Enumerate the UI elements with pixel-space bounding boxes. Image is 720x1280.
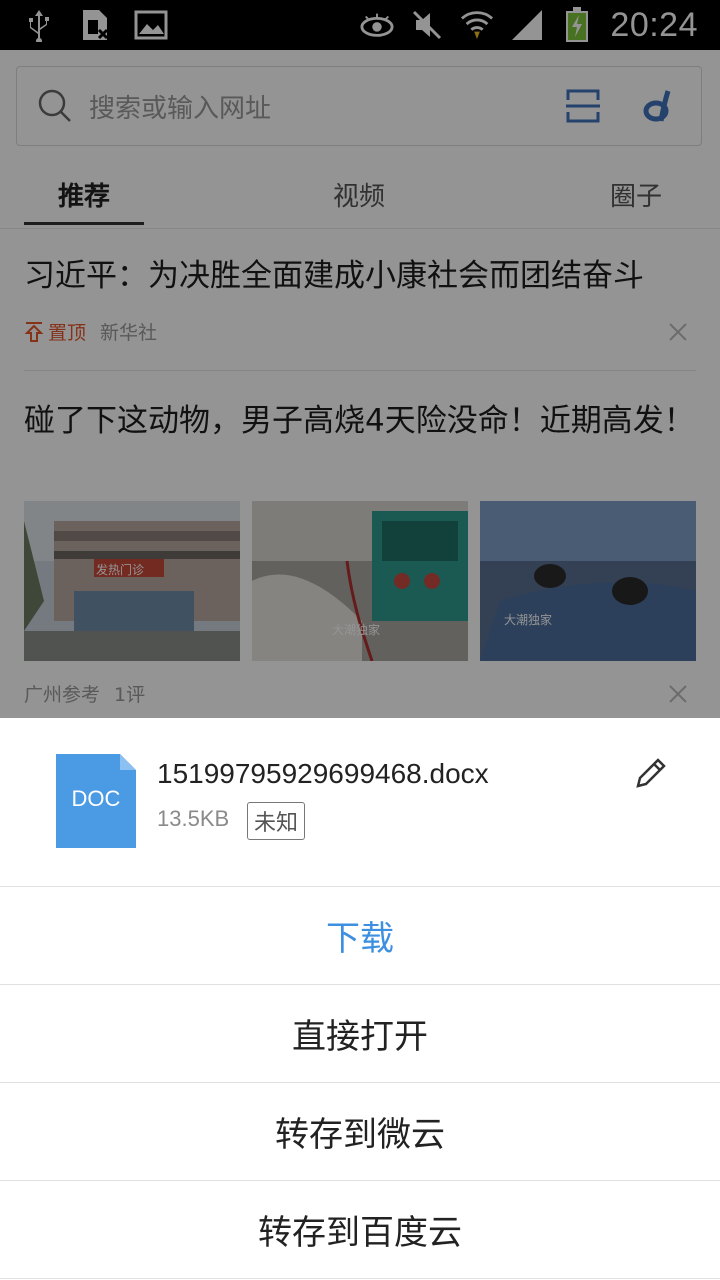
download-sheet: DOC 15199795929699468.docx 13.5KB 未知 下载 … <box>0 718 720 1280</box>
save-to-weiyun-button[interactable]: 转存到微云 <box>0 1083 720 1181</box>
edit-pencil-icon[interactable] <box>634 756 668 790</box>
download-button[interactable]: 下载 <box>0 887 720 985</box>
open-directly-button[interactable]: 直接打开 <box>0 985 720 1083</box>
save-to-baidu-cloud-button[interactable]: 转存到百度云 <box>0 1181 720 1279</box>
doc-icon-label: DOC <box>71 786 121 811</box>
file-type-badge: 未知 <box>247 802 306 840</box>
doc-file-icon: DOC <box>56 754 136 848</box>
file-size: 13.5KB <box>157 806 230 831</box>
file-info: DOC 15199795929699468.docx 13.5KB 未知 <box>0 718 720 887</box>
file-name: 15199795929699468.docx <box>157 758 489 789</box>
